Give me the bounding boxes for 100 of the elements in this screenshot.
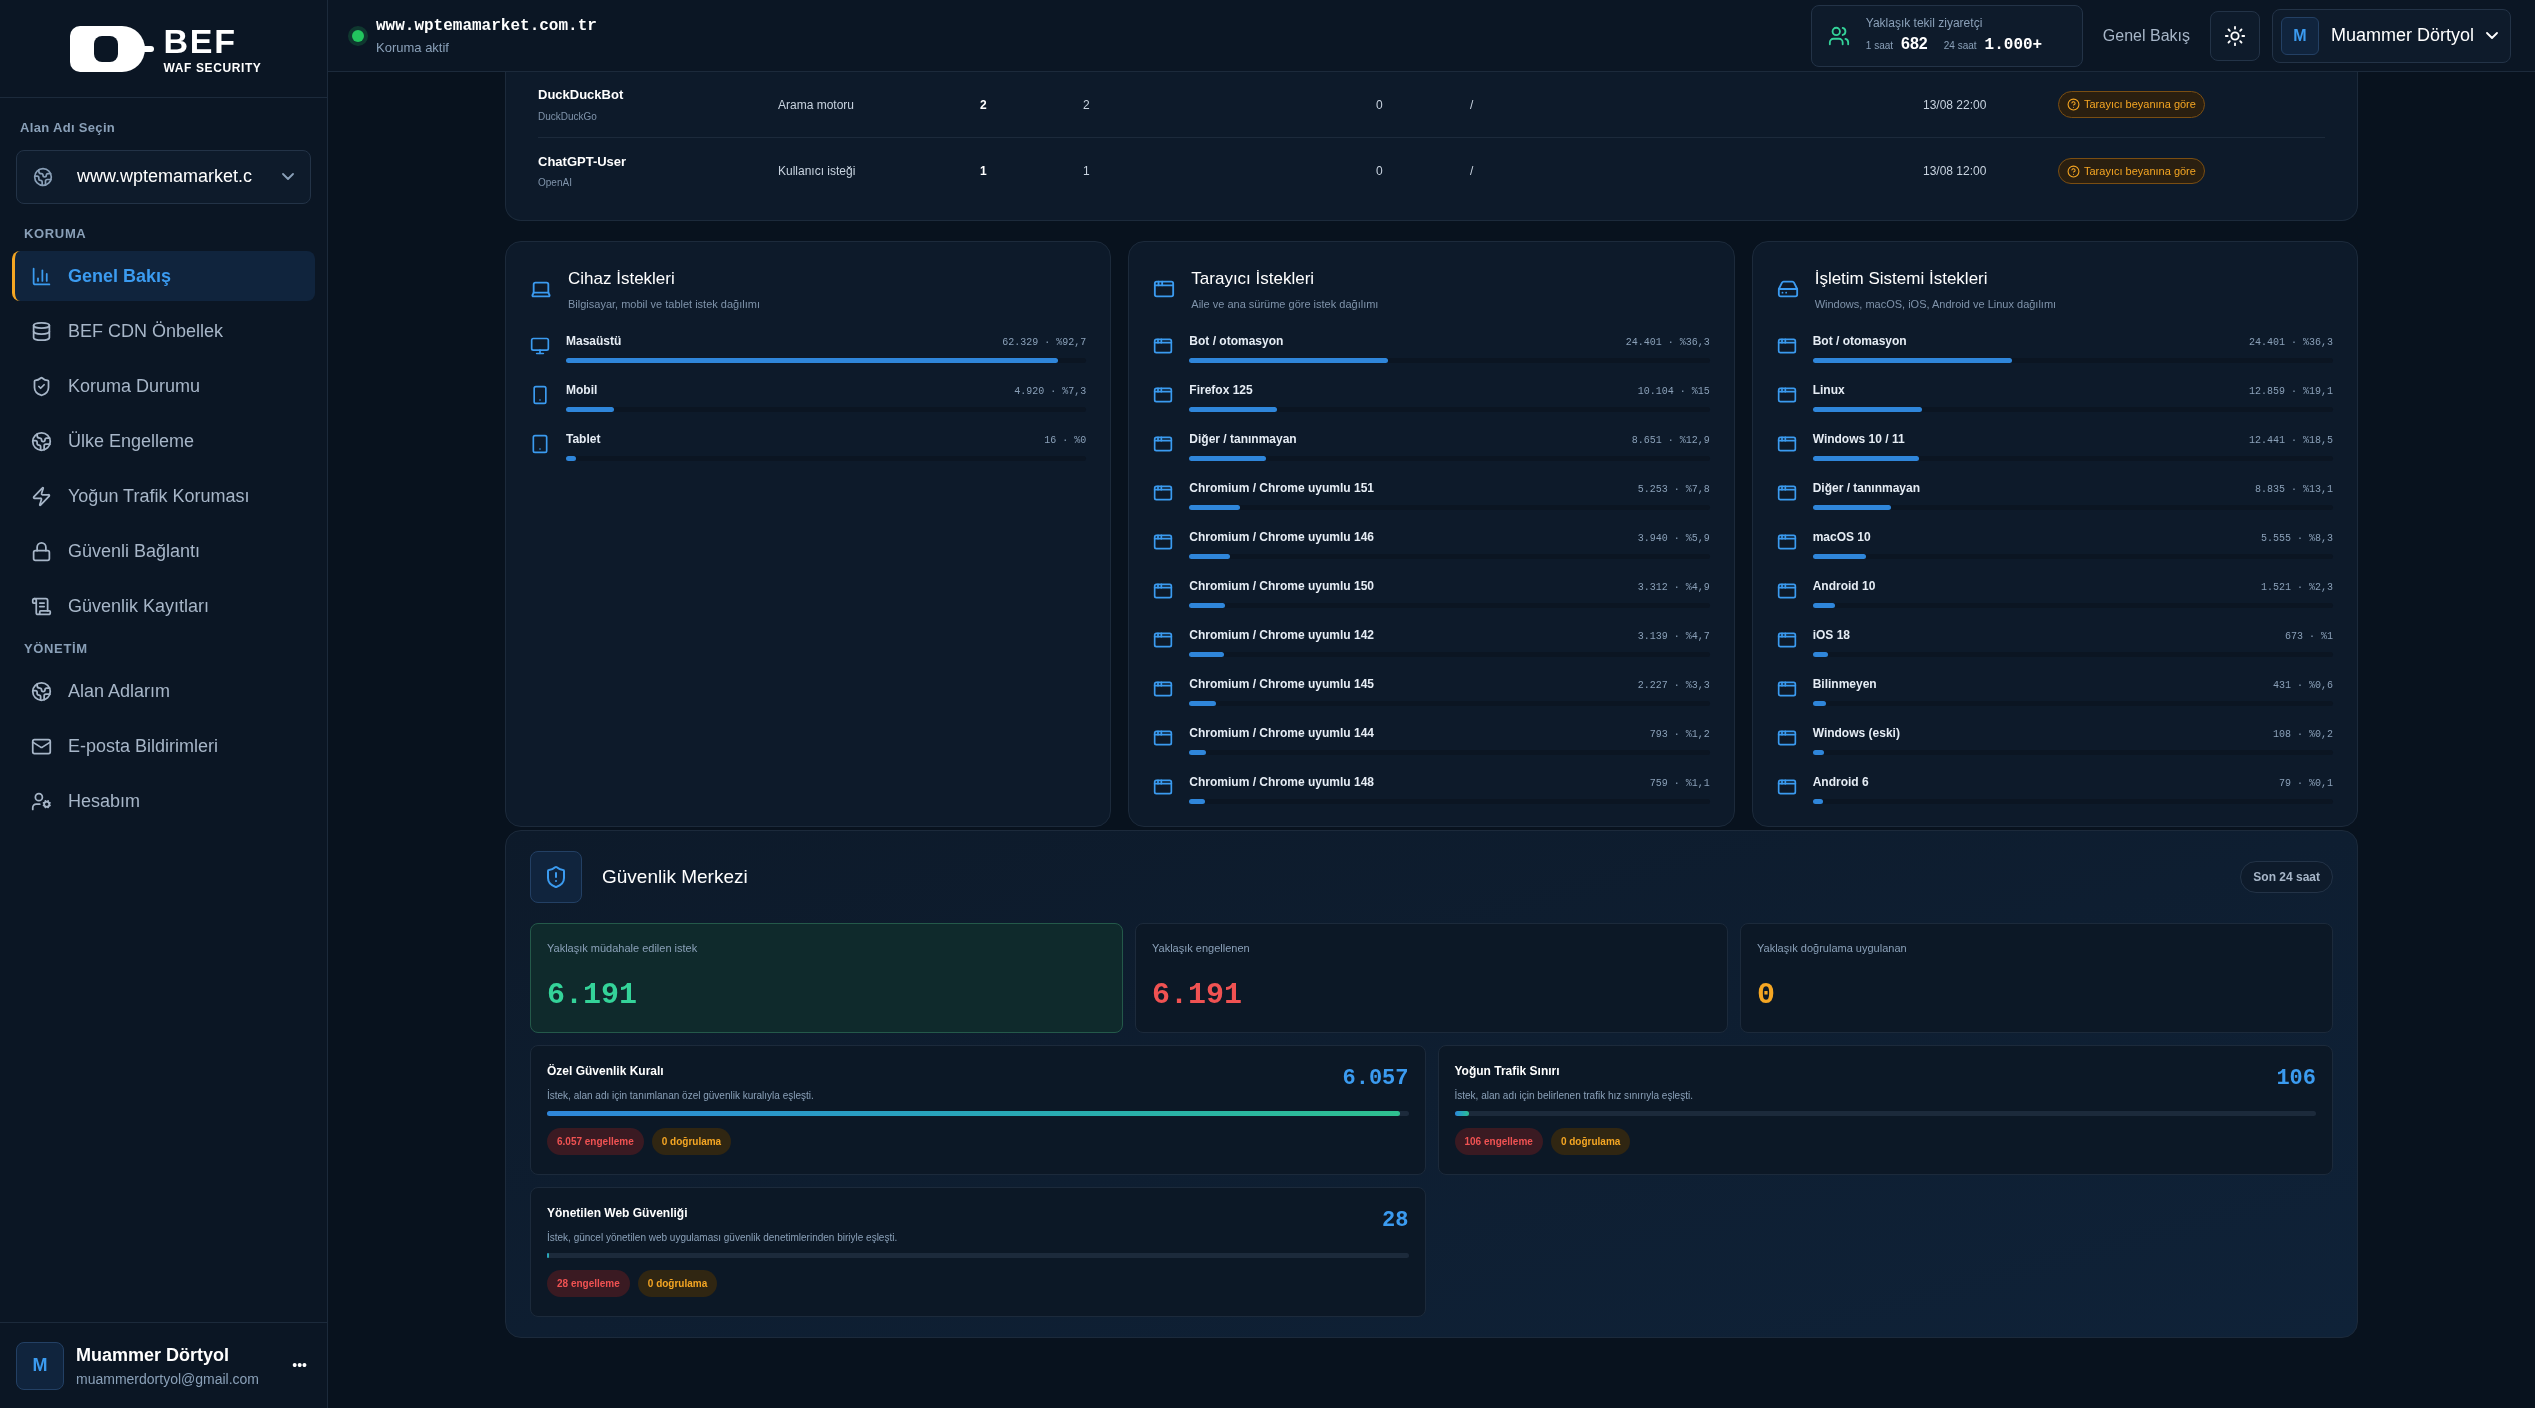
database-icon xyxy=(31,320,52,342)
phone-icon xyxy=(530,385,550,405)
table-cell-text: / xyxy=(1470,96,1475,114)
item-label: Android 10 xyxy=(1812,578,1876,595)
theme-button[interactable] xyxy=(2209,10,2260,61)
item-value: 24.401 · %36,3 xyxy=(2248,336,2333,350)
browser-window-icon xyxy=(1153,336,1174,356)
item-label: Chromium / Chrome uyumlu 144 xyxy=(1189,725,1375,742)
browser-window-icon xyxy=(1776,336,1797,356)
bot-name: DuckDuckBot xyxy=(538,86,625,105)
card-subtitle: Aile ve ana sürüme göre istek dağılımı xyxy=(1191,296,1379,312)
item-label: Chromium / Chrome uyumlu 145 xyxy=(1189,676,1375,693)
table-cell-text: 1 xyxy=(980,163,988,180)
user-name: Muammer Dörtyol xyxy=(76,1343,231,1367)
item-value: 3.139 · %4,7 xyxy=(1637,630,1710,644)
user-avatar: M xyxy=(2280,16,2319,55)
browser-window-icon xyxy=(1153,679,1174,699)
browser-window-icon xyxy=(1776,483,1797,503)
domain-select[interactable]: www.wptemamarket.c xyxy=(16,149,311,204)
stat-label: Yaklaşık engellenen xyxy=(1152,941,1251,956)
item-label: Bot / otomasyon xyxy=(1812,333,1907,350)
item-value: 12.859 · %19,1 xyxy=(2248,385,2333,399)
item-label: Chromium / Chrome uyumlu 146 xyxy=(1189,529,1375,546)
item-value: 431 · %0,6 xyxy=(2272,679,2333,693)
period-badge: Son 24 saat xyxy=(2240,861,2333,893)
browser-window-icon xyxy=(1153,278,1176,300)
item-value: 5.555 · %8,3 xyxy=(2260,532,2333,546)
item-value: 2.227 · %3,3 xyxy=(1637,679,1710,693)
item-value: 8.651 · %12,9 xyxy=(1631,434,1710,448)
stat-value: 6.191 xyxy=(1152,976,1243,1014)
item-label: Mobil xyxy=(566,382,598,399)
item-label: Diğer / tanınmayan xyxy=(1812,480,1921,497)
chevron-down-icon xyxy=(2486,32,2498,39)
chart-icon xyxy=(31,265,52,287)
globe-icon xyxy=(33,166,53,187)
chevron-down-icon xyxy=(282,173,294,180)
browser-window-icon xyxy=(1776,728,1797,748)
rule-description: İstek, güncel yönetilen web uygulaması güvenlik denetimlerinden biriyle eşleşti. xyxy=(547,1230,898,1245)
rule-count: 28 xyxy=(1382,1207,1409,1235)
browser-window-icon xyxy=(1153,483,1174,503)
item-label: Chromium / Chrome uyumlu 148 xyxy=(1189,774,1375,791)
sidebar-item[interactable]: Ülke Engelleme xyxy=(12,416,315,466)
item-label: Diğer / tanınmayan xyxy=(1189,431,1297,448)
browser-window-icon xyxy=(1776,434,1797,454)
table-cell-text: 13/08 22:00 xyxy=(1923,96,1988,114)
item-label: Bilinmeyen xyxy=(1812,676,1877,693)
stat-label: Yaklaşık doğrulama uygulanan xyxy=(1757,941,1908,956)
user-name: Muammer Dörtyol xyxy=(2330,24,2474,47)
item-value: 673 · %1 xyxy=(2284,630,2333,644)
table-cell-text: 0 xyxy=(1376,163,1384,180)
item-value: 10.104 · %15 xyxy=(1637,385,1710,399)
browser-window-icon xyxy=(1153,385,1174,405)
more-button[interactable]: ••• xyxy=(288,1355,311,1376)
table-cell-text: 2 xyxy=(1083,96,1091,114)
verified-badge: 0 doğrulama xyxy=(637,1270,718,1297)
verified-badge: 0 doğrulama xyxy=(1550,1128,1631,1155)
rule-count: 6.057 xyxy=(1342,1065,1409,1093)
domain-label: Alan Adı Seçin xyxy=(19,119,117,137)
visitor-count: 1.000+ xyxy=(1984,35,2043,56)
browser-window-icon xyxy=(1776,385,1797,405)
sidebar-item[interactable]: Alan Adlarım xyxy=(12,666,315,717)
item-value: 5.253 · %7,8 xyxy=(1637,483,1710,497)
browser-window-icon xyxy=(1153,630,1174,650)
sidebar-item[interactable]: BEF CDN Önbellek xyxy=(12,306,315,356)
item-label: iOS 18 xyxy=(1812,627,1850,644)
item-value: 4.920 · %7,3 xyxy=(1014,385,1087,399)
bot-vendor: OpenAI xyxy=(538,176,573,191)
overview-link[interactable]: Genel Bakış xyxy=(2102,23,2190,48)
item-value: 793 · %1,2 xyxy=(1649,728,1710,742)
rule-description: İstek, alan adı için belirlenen trafik hız sınırıyla eşleşti. xyxy=(1454,1088,1693,1103)
sidebar-item[interactable]: Koruma Durumu xyxy=(12,361,315,411)
sidebar-item[interactable]: Hesabım xyxy=(12,776,315,827)
shield-icon xyxy=(31,375,52,397)
item-value: 108 · %0,2 xyxy=(2272,728,2333,742)
sidebar-item[interactable]: E-posta Bildirimleri xyxy=(12,721,315,772)
lightning-icon xyxy=(31,485,52,507)
section-title: KORUMA xyxy=(23,224,88,243)
sidebar-item[interactable]: Yoğun Trafik Koruması xyxy=(12,471,315,521)
globe-icon xyxy=(31,681,52,702)
rule-count: 106 xyxy=(2276,1065,2316,1093)
table-cell-text: Arama motoru xyxy=(778,96,856,114)
item-label: Android 6 xyxy=(1812,774,1869,791)
sun-icon xyxy=(2223,24,2246,47)
item-value: 79 · %0,1 xyxy=(2278,777,2333,791)
sidebar-item[interactable]: Güvenli Bağlantı xyxy=(12,526,315,576)
item-label: macOS 10 xyxy=(1812,529,1871,546)
item-label: Chromium / Chrome uyumlu 142 xyxy=(1189,627,1375,644)
sidebar-item[interactable]: Güvenlik Kayıtları xyxy=(12,581,315,631)
user-gear-icon xyxy=(31,791,52,812)
sidebar-item[interactable]: Genel Bakış xyxy=(12,251,315,301)
site-address: www.wptemamarket.com.tr xyxy=(376,15,597,37)
item-value: 16 · %0 xyxy=(1044,434,1087,448)
card-subtitle: Windows, macOS, iOS, Android ve Linux dağılımı xyxy=(1814,296,2057,312)
visitor-period: 1 saat xyxy=(1865,39,1894,53)
user-email: muammerdortyol@gmail.com xyxy=(76,1369,261,1389)
blocked-badge: 28 engelleme xyxy=(547,1270,630,1297)
item-label: Chromium / Chrome uyumlu 151 xyxy=(1189,480,1375,497)
blocked-badge: 106 engelleme xyxy=(1454,1128,1543,1155)
item-value: 1.521 · %2,3 xyxy=(2260,581,2333,595)
user-menu-button[interactable]: M Muammer Dörtyol xyxy=(2271,8,2511,63)
